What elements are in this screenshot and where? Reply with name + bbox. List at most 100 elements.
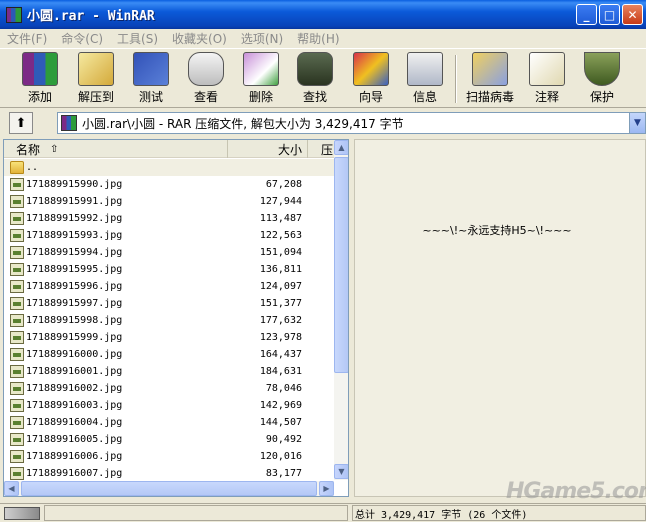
archive-comment-pane[interactable]: ~~~\!~永远支持H5~\!~~~ bbox=[354, 139, 646, 497]
file-name: 171889915997.jpg bbox=[26, 298, 123, 309]
file-name: 171889916003.jpg bbox=[26, 400, 123, 411]
winrar-app-icon[interactable] bbox=[6, 6, 22, 23]
info-icon bbox=[407, 52, 443, 86]
file-size: 122,563 bbox=[259, 230, 302, 241]
extract-to-button[interactable]: 解压到 bbox=[68, 52, 124, 106]
file-row[interactable]: 171889916005.jpg 90,492 bbox=[4, 431, 334, 448]
jpg-file-icon bbox=[10, 178, 24, 191]
menu-options[interactable]: 选项(N) bbox=[234, 30, 290, 47]
jpg-file-icon bbox=[10, 280, 24, 293]
file-name: 171889916002.jpg bbox=[26, 383, 123, 394]
vertical-scrollbar[interactable]: ▲ ▼ bbox=[334, 140, 348, 480]
file-name: 171889916004.jpg bbox=[26, 417, 123, 428]
file-row[interactable]: 171889915998.jpg 177,632 bbox=[4, 312, 334, 329]
status-selection-panel bbox=[44, 505, 348, 521]
horizontal-scrollbar[interactable]: ◀ ▶ bbox=[4, 481, 334, 496]
minimize-button[interactable]: _ bbox=[576, 4, 597, 25]
jpg-file-icon bbox=[10, 212, 24, 225]
comment-button[interactable]: 注释 bbox=[519, 52, 575, 106]
file-row[interactable]: 171889916003.jpg 142,969 bbox=[4, 397, 334, 414]
close-button[interactable]: ✕ bbox=[622, 4, 643, 25]
vertical-scroll-thumb[interactable] bbox=[334, 157, 348, 373]
test-button[interactable]: 测试 bbox=[123, 52, 179, 106]
toolbar-separator bbox=[455, 55, 457, 103]
up-folder-button[interactable]: ⬆ bbox=[9, 112, 33, 134]
maximize-button[interactable]: □ bbox=[599, 4, 620, 25]
file-row[interactable]: 171889915999.jpg 123,978 bbox=[4, 329, 334, 346]
file-row[interactable]: 171889916000.jpg 164,437 bbox=[4, 346, 334, 363]
file-row[interactable]: 171889915995.jpg 136,811 bbox=[4, 261, 334, 278]
file-name: 171889916006.jpg bbox=[26, 451, 123, 462]
scroll-right-button[interactable]: ▶ bbox=[319, 481, 334, 496]
file-row[interactable]: 171889916007.jpg 83,177 bbox=[4, 465, 334, 482]
file-name: 171889915991.jpg bbox=[26, 196, 123, 207]
file-size: 142,969 bbox=[259, 400, 302, 411]
wizard-wand-icon bbox=[353, 52, 389, 86]
scroll-left-button[interactable]: ◀ bbox=[4, 481, 19, 496]
menu-favorites[interactable]: 收藏夹(O) bbox=[165, 30, 234, 47]
file-row[interactable]: 171889915996.jpg 124,097 bbox=[4, 278, 334, 295]
wizard-label: 向导 bbox=[358, 90, 383, 104]
path-dropdown-button[interactable]: ▼ bbox=[629, 113, 645, 133]
title-bar[interactable]: 小圆.rar - WinRAR _ □ ✕ bbox=[0, 0, 646, 29]
file-row[interactable]: 171889915991.jpg 127,944 bbox=[4, 193, 334, 210]
menu-commands[interactable]: 命令(C) bbox=[54, 30, 110, 47]
comment-notepad-icon bbox=[529, 52, 565, 86]
add-button[interactable]: 添加 bbox=[12, 52, 68, 106]
file-row[interactable]: 171889915994.jpg 151,094 bbox=[4, 244, 334, 261]
extract-to-label: 解压到 bbox=[77, 90, 114, 104]
column-name-label: 名称 bbox=[16, 142, 41, 157]
file-row[interactable]: 171889915992.jpg 113,487 bbox=[4, 210, 334, 227]
scroll-down-button[interactable]: ▼ bbox=[334, 464, 348, 479]
wizard-button[interactable]: 向导 bbox=[343, 52, 399, 106]
jpg-file-icon bbox=[10, 331, 24, 344]
file-size: 136,811 bbox=[259, 264, 302, 275]
rar-archive-icon bbox=[61, 115, 77, 131]
protect-shield-icon bbox=[584, 52, 620, 86]
menu-help[interactable]: 帮助(H) bbox=[290, 30, 346, 47]
scan-virus-button[interactable]: 扫描病毒 bbox=[462, 52, 518, 106]
horizontal-scroll-thumb[interactable] bbox=[21, 481, 317, 496]
jpg-file-icon bbox=[10, 467, 24, 480]
menu-file[interactable]: 文件(F) bbox=[0, 30, 54, 47]
file-name: 171889915993.jpg bbox=[26, 230, 123, 241]
file-size: 67,208 bbox=[265, 179, 302, 190]
file-size: 120,016 bbox=[259, 451, 302, 462]
delete-button[interactable]: 删除 bbox=[233, 52, 289, 106]
protect-button[interactable]: 保护 bbox=[574, 52, 630, 106]
column-header-size[interactable]: 大小 bbox=[228, 140, 308, 158]
file-row[interactable]: 171889916006.jpg 120,016 bbox=[4, 448, 334, 465]
drive-key-icon[interactable] bbox=[4, 507, 40, 520]
archive-comment-text: ~~~\!~永远支持H5~\!~~~ bbox=[422, 224, 572, 237]
file-row[interactable]: 171889915997.jpg 151,377 bbox=[4, 295, 334, 312]
add-label: 添加 bbox=[27, 90, 52, 104]
file-size: 90,492 bbox=[265, 434, 302, 445]
path-text: 小圆.rar\小圆 - RAR 压缩文件, 解包大小为 3,429,417 字节 bbox=[82, 116, 404, 131]
find-button[interactable]: 查找 bbox=[287, 52, 343, 106]
file-row[interactable]: 171889916004.jpg 144,507 bbox=[4, 414, 334, 431]
scroll-up-button[interactable]: ▲ bbox=[334, 140, 348, 155]
file-row[interactable]: 171889915993.jpg 122,563 bbox=[4, 227, 334, 244]
window-title: 小圆.rar - WinRAR bbox=[27, 9, 155, 24]
file-name: 171889915995.jpg bbox=[26, 264, 123, 275]
extract-folder-icon bbox=[78, 52, 114, 86]
file-name: .. bbox=[26, 162, 39, 173]
file-row[interactable]: 171889916002.jpg 78,046 bbox=[4, 380, 334, 397]
file-size: 184,631 bbox=[259, 366, 302, 377]
file-row[interactable]: 171889915990.jpg 67,208 bbox=[4, 176, 334, 193]
file-size: 127,944 bbox=[259, 196, 302, 207]
file-size: 83,177 bbox=[265, 468, 302, 479]
file-row[interactable]: 171889916001.jpg 184,631 bbox=[4, 363, 334, 380]
test-label: 测试 bbox=[138, 90, 163, 104]
jpg-file-icon bbox=[10, 416, 24, 429]
jpg-file-icon bbox=[10, 348, 24, 361]
column-header-name[interactable]: 名称 ⇧ bbox=[4, 140, 228, 158]
menu-tools[interactable]: 工具(S) bbox=[110, 30, 165, 47]
file-list[interactable]: 名称 ⇧ 大小 压 .. 171889915990.jpg 67,208 17188… bbox=[3, 139, 349, 497]
path-combobox[interactable]: 小圆.rar\小圆 - RAR 压缩文件, 解包大小为 3,429,417 字节… bbox=[57, 112, 646, 134]
info-button[interactable]: 信息 bbox=[397, 52, 453, 106]
view-button[interactable]: 查看 bbox=[178, 52, 234, 106]
parent-folder-row[interactable]: .. bbox=[4, 159, 334, 176]
comment-label: 注释 bbox=[534, 90, 559, 104]
delete-label: 删除 bbox=[248, 90, 273, 104]
